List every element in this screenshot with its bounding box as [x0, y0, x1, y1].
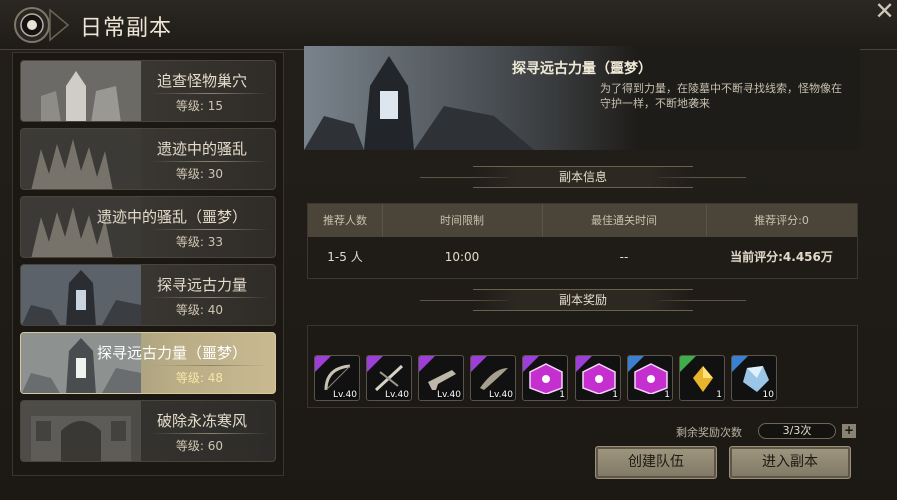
title-bar: 日常副本 ✕ — [0, 0, 897, 50]
create-team-button[interactable]: 创建队伍 — [595, 446, 717, 479]
info-header-row: 推荐人数 时间限制 最佳通关时间 推荐评分:0 — [308, 204, 857, 237]
window-title: 日常副本 — [80, 16, 173, 41]
reward-qty: 10 — [762, 390, 774, 400]
reward-item[interactable]: Lv.40 — [470, 355, 516, 401]
dungeon-level: 等级: 30 — [175, 167, 223, 181]
score-value: 当前评分:4.456万 — [730, 250, 833, 264]
dungeon-name: 探寻远古力量 — [156, 276, 247, 294]
dungeon-item[interactable]: 探寻远古力量 等级: 40 — [20, 264, 276, 326]
dungeon-level: 等级: 48 — [175, 371, 223, 385]
remaining-label: 剩余奖励次数 — [676, 426, 742, 439]
info-value-row: 1-5 人 10:00 -- 当前评分:4.456万 — [308, 237, 857, 278]
dungeon-thumbnail — [21, 129, 141, 189]
reward-item[interactable]: 1 — [627, 355, 673, 401]
reward-qty: Lv.40 — [489, 390, 513, 400]
dungeon-item[interactable]: 破除永冻寒风 等级: 60 — [20, 400, 276, 462]
reward-qty: Lv.40 — [437, 390, 461, 400]
best-time-value: -- — [619, 250, 629, 264]
reward-qty: 1 — [716, 390, 722, 400]
reward-qty: 1 — [612, 390, 618, 400]
add-attempts-button[interactable]: + — [842, 424, 856, 438]
column-header: 最佳通关时间 — [591, 214, 657, 227]
time-limit-value: 10:00 — [444, 250, 480, 264]
dungeon-item[interactable]: 追查怪物巢穴 等级: 15 — [20, 60, 276, 122]
enter-dungeon-button[interactable]: 进入副本 — [729, 446, 851, 479]
column-header: 推荐人数 — [323, 214, 367, 227]
reward-item[interactable]: Lv.40 — [418, 355, 464, 401]
reward-qty: 1 — [664, 390, 670, 400]
dungeon-item[interactable]: 遗迹中的骚乱（噩梦） 等级: 33 — [20, 196, 276, 258]
reward-item[interactable]: 1 — [679, 355, 725, 401]
dungeon-name: 遗迹中的骚乱（噩梦） — [96, 208, 247, 226]
banner-title: 探寻远古力量（噩梦） — [512, 61, 652, 77]
dungeon-thumbnail — [21, 265, 141, 325]
reward-item[interactable]: Lv.40 — [366, 355, 412, 401]
close-button[interactable]: ✕ — [872, 0, 897, 25]
column-header: 推荐评分:0 — [754, 214, 809, 227]
info-table: 推荐人数 时间限制 最佳通关时间 推荐评分:0 1-5 人 10:00 -- 当… — [307, 203, 858, 279]
column-header: 时间限制 — [440, 214, 484, 227]
reward-item[interactable]: 1 — [575, 355, 621, 401]
remaining-count: 3/3次 — [758, 423, 836, 439]
reward-section-header: 副本奖励 — [473, 289, 693, 311]
dungeon-level: 等级: 60 — [175, 439, 223, 453]
dungeon-level: 等级: 40 — [175, 303, 223, 317]
emblem-icon — [14, 7, 70, 43]
reward-qty: 1 — [559, 390, 565, 400]
reward-item[interactable]: Lv.40 — [314, 355, 360, 401]
dungeon-name: 探寻远古力量（噩梦） — [96, 344, 247, 362]
dungeon-item-selected[interactable]: 探寻远古力量（噩梦） 等级: 48 — [20, 332, 276, 394]
party-size-value: 1-5 人 — [327, 250, 363, 264]
dungeon-level: 等级: 15 — [175, 99, 223, 113]
dungeon-thumbnail — [21, 401, 141, 461]
dungeon-name: 遗迹中的骚乱 — [156, 140, 247, 158]
dungeon-name: 追查怪物巢穴 — [156, 72, 247, 90]
reward-qty: Lv.40 — [385, 390, 409, 400]
dungeon-name: 破除永冻寒风 — [156, 412, 247, 430]
reward-item[interactable]: 1 — [522, 355, 568, 401]
dungeon-item[interactable]: 遗迹中的骚乱 等级: 30 — [20, 128, 276, 190]
dungeon-thumbnail — [21, 61, 141, 121]
banner-description: 为了得到力量，在陵墓中不断寻找线索，怪物像在守护一样，不断地袭来 — [600, 82, 842, 110]
reward-qty: Lv.40 — [333, 390, 357, 400]
dungeon-level: 等级: 33 — [175, 235, 223, 249]
reward-item[interactable]: 10 — [731, 355, 777, 401]
info-section-header: 副本信息 — [473, 166, 693, 188]
